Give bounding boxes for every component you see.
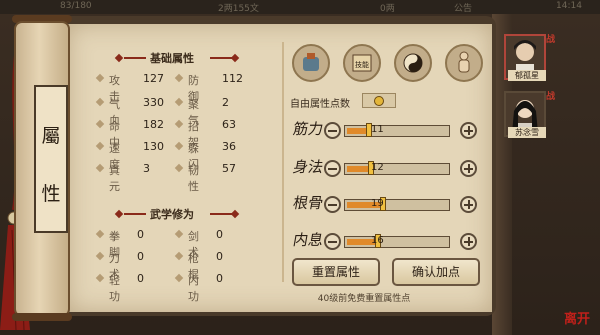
reset-attributes-button[interactable]: 重置属性	[292, 258, 380, 286]
bar-value: 19	[371, 198, 384, 209]
stat-label: 轻功	[109, 274, 120, 303]
character-name-2: 苏念雪	[508, 127, 546, 138]
stat-value: 36	[222, 140, 236, 153]
clock: 14:14	[556, 1, 582, 11]
basic-attributes-title: 基础属性	[150, 52, 194, 65]
stat-value: 130	[143, 140, 164, 153]
stat-value: 112	[222, 72, 243, 85]
scroll-title-plaque: 屬 性	[34, 85, 68, 233]
meridian-body-icon[interactable]	[445, 44, 483, 82]
stat-value: 0	[216, 228, 223, 241]
martial-arts-title: 武学修为	[150, 208, 194, 221]
free-points-value	[362, 93, 396, 108]
attr-glyph-strength: 筋力	[291, 120, 325, 138]
stat-value: 63	[222, 118, 236, 131]
stat-value: 0	[137, 250, 144, 263]
stat-value: 127	[143, 72, 164, 85]
money-display: 2两155文	[218, 4, 259, 14]
stat-value: 0	[216, 272, 223, 285]
stat-label: 韧性	[188, 164, 199, 193]
equipment-icon[interactable]	[292, 44, 330, 82]
scroll-roller-bottom-cap	[12, 313, 72, 321]
confirm-points-button[interactable]: 确认加点	[392, 258, 480, 286]
ornament-line-left	[124, 57, 146, 59]
notice-button[interactable]: 公告	[454, 1, 472, 14]
stat-value: 0	[137, 228, 144, 241]
bar-value: 16	[371, 235, 384, 246]
ornament-line-right	[210, 57, 232, 59]
strength-plus-button[interactable]	[460, 122, 477, 139]
stat-value: 0	[137, 272, 144, 285]
inner-breath-plus-button[interactable]	[460, 233, 477, 250]
skill-book-label: 技能	[355, 60, 369, 69]
silver-display: 0两	[380, 4, 395, 14]
stat-label: 内功	[188, 274, 199, 303]
stat-value: 182	[143, 118, 164, 131]
attr-glyph-inner-breath: 内息	[291, 231, 325, 249]
agility-plus-button[interactable]	[460, 160, 477, 177]
reset-note: 40级前免费重置属性点	[317, 294, 411, 304]
yin-yang-icon[interactable]	[394, 44, 432, 82]
constitution-minus-button[interactable]	[324, 196, 341, 213]
constitution-bar: 19	[344, 197, 450, 211]
free-points-label: 自由属性点数	[290, 99, 350, 110]
constitution-plus-button[interactable]	[460, 196, 477, 213]
attr-glyph-constitution: 根骨	[291, 194, 325, 212]
skill-book-icon[interactable]: 技能	[343, 44, 381, 82]
stat-value: 0	[216, 250, 223, 263]
stat-label: 真元	[109, 164, 120, 193]
inner-breath-minus-button[interactable]	[324, 233, 341, 250]
bar-value: 11	[371, 124, 384, 135]
battle-tag-1: 战	[546, 35, 556, 45]
stat-value: 57	[222, 162, 236, 175]
stat-value: 2	[222, 96, 229, 109]
stat-value: 330	[143, 96, 164, 109]
coin-icon	[374, 96, 384, 106]
stat-value: 3	[143, 162, 150, 175]
exit-seal-button[interactable]: 离开	[564, 308, 590, 327]
strength-bar: 11	[344, 123, 450, 137]
stamina-counter: 83/180	[60, 1, 92, 11]
bar-fill	[347, 166, 368, 172]
ornament-line-left	[124, 213, 146, 215]
bar-value: 12	[371, 162, 384, 173]
attr-glyph-agility: 身法	[291, 158, 325, 176]
battle-tag-2: 战	[546, 92, 556, 102]
panel-divider	[282, 42, 284, 282]
scroll-title-char-1: 屬	[41, 125, 61, 147]
agility-minus-button[interactable]	[324, 160, 341, 177]
top-status-bar: 83/180 2两155文 0两 公告 14:14	[0, 0, 600, 14]
character-name-1: 郁孤星	[508, 70, 546, 81]
ornament-line-right	[210, 213, 232, 215]
inner-breath-bar: 16	[344, 234, 450, 248]
bar-fill	[347, 128, 366, 134]
agility-bar: 12	[344, 161, 450, 175]
strength-minus-button[interactable]	[324, 122, 341, 139]
scroll-title-char-2: 性	[41, 183, 61, 205]
